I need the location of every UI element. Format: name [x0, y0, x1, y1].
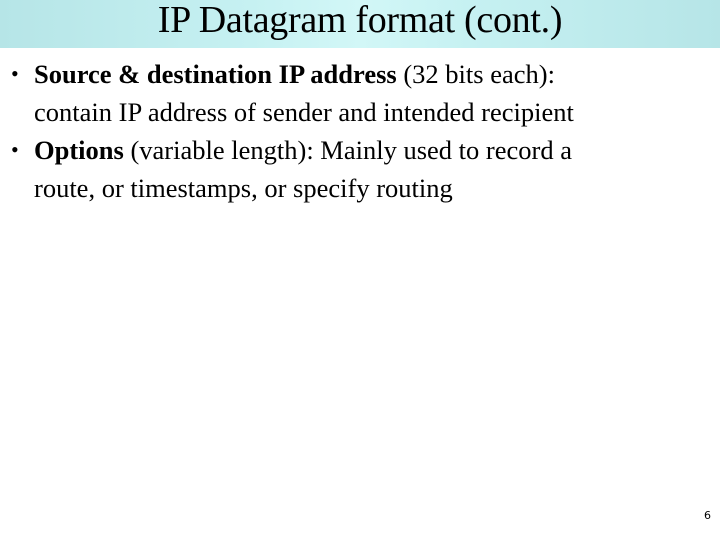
bullet-text-continued: contain IP address of sender and intende… [34, 97, 574, 127]
bullet-icon: • [11, 61, 19, 86]
bullet-text: (32 bits each): [396, 59, 555, 89]
page-number: 6 [704, 509, 711, 522]
bullet-item-source-destination: • Source & destination IP address (32 bi… [0, 55, 720, 131]
slide-title: IP Datagram format (cont.) [157, 0, 563, 41]
bullet-text: (variable length): Mainly used to record… [123, 135, 572, 165]
slide-title-bar: IP Datagram format (cont.) [0, 0, 720, 48]
bullet-icon: • [11, 137, 19, 162]
bullet-list: • Source & destination IP address (32 bi… [0, 55, 720, 207]
bullet-term: Source & destination IP address [34, 59, 397, 89]
bullet-item-options: • Options (variable length): Mainly used… [0, 131, 720, 207]
bullet-term: Options [34, 135, 124, 165]
bullet-text-continued: route, or timestamps, or specify routing [34, 173, 453, 203]
